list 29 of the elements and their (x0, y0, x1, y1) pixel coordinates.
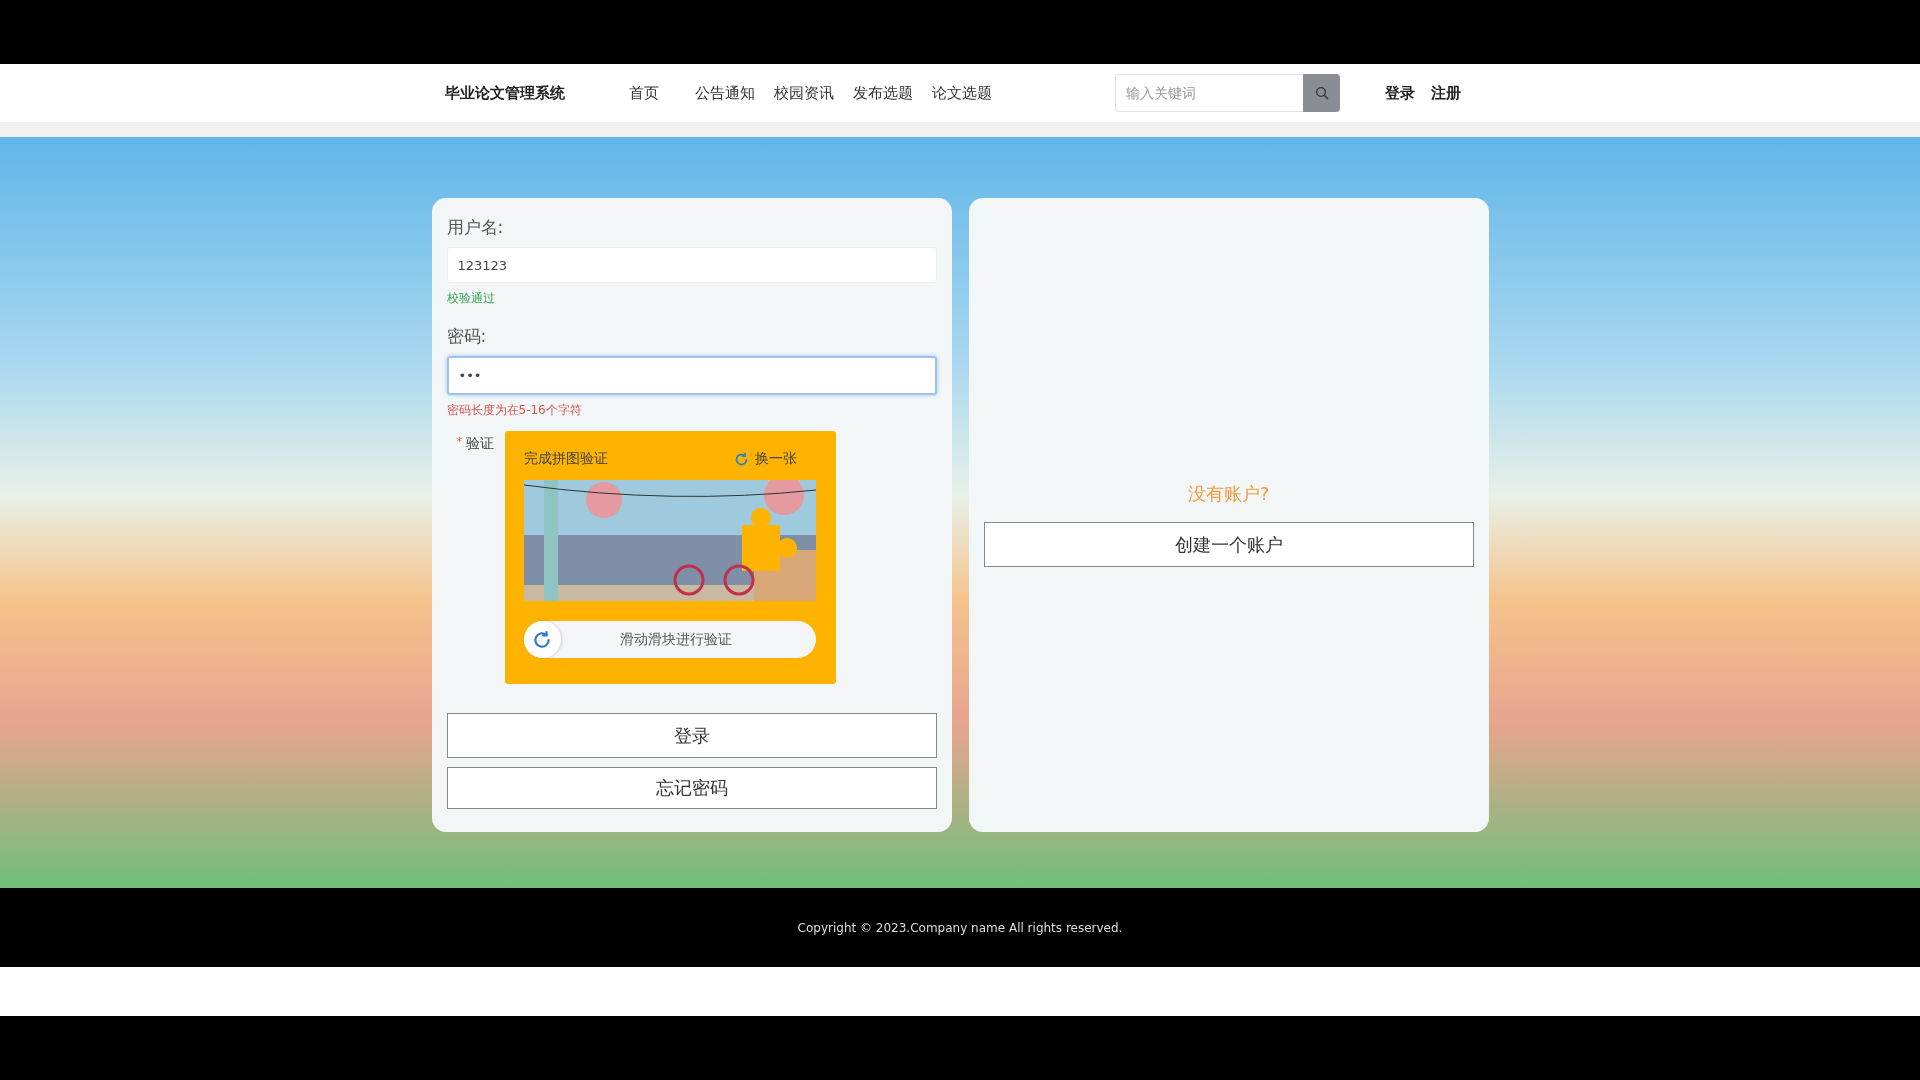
refresh-button[interactable]: 换一张 (733, 450, 797, 468)
validation-message: 密码长度为在5-16个字符 (446, 402, 583, 419)
refresh-icon (733, 451, 749, 467)
nav-link[interactable]: 校园资讯 (774, 83, 834, 103)
nav-link[interactable]: 首页 (629, 83, 659, 103)
validation-message: 校验通过 (446, 290, 496, 307)
field-label: 用户名: (446, 216, 505, 239)
search-icon (1313, 85, 1330, 101)
login-button[interactable]: 登录 (446, 713, 937, 758)
copyright-text: Copyright © 2023.Company name All rights reserved. (797, 920, 1123, 935)
site-title: 毕业论文管理系统 (445, 83, 565, 103)
register-prompt: 没有账户? (1187, 482, 1270, 506)
nav-link[interactable]: 公告通知 (695, 83, 755, 103)
username-field[interactable]: 123123 (446, 247, 937, 283)
nav-link[interactable]: 发布选题 (853, 83, 913, 103)
slider-handle[interactable] (523, 621, 561, 658)
nav-link[interactable]: 论文选题 (932, 83, 992, 103)
auth-link[interactable]: 注册 (1431, 83, 1461, 103)
search-button[interactable] (1303, 74, 1340, 112)
captcha-label: * 验证 (455, 434, 495, 453)
refresh-icon (532, 629, 552, 650)
search-field[interactable]: 输入关键词 (1115, 74, 1303, 112)
slider-hint: 滑动滑块进行验证 (619, 630, 733, 649)
captcha-title: 完成拼图验证 (523, 450, 608, 468)
create-account-button[interactable]: 创建一个账户 (983, 522, 1474, 567)
auth-link[interactable]: 登录 (1385, 83, 1415, 103)
password-field[interactable]: ••• (446, 356, 937, 395)
forgot-password-button[interactable]: 忘记密码 (446, 767, 937, 809)
field-label: 密码: (446, 325, 488, 348)
